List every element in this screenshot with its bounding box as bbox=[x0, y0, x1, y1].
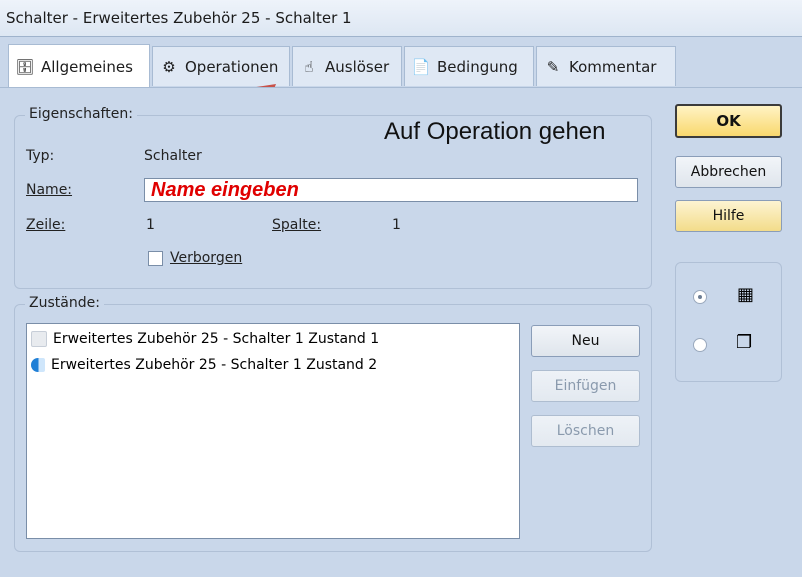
type-label: Typ: bbox=[26, 148, 55, 164]
new-state-button[interactable]: Neu bbox=[531, 325, 640, 357]
cancel-button[interactable]: Abbrechen bbox=[675, 156, 782, 188]
list-item-label: Erweitertes Zubehör 25 - Schalter 1 Zust… bbox=[51, 357, 378, 373]
delete-state-button[interactable]: Löschen bbox=[531, 415, 640, 447]
state-on-icon bbox=[31, 358, 45, 372]
hidden-label[interactable]: Verborgen bbox=[170, 250, 242, 266]
insert-state-button[interactable]: Einfügen bbox=[531, 370, 640, 402]
name-field-box bbox=[144, 178, 638, 202]
list-item[interactable]: Erweitertes Zubehör 25 - Schalter 1 Zust… bbox=[31, 355, 377, 375]
column-value: 1 bbox=[392, 217, 401, 233]
type-value: Schalter bbox=[144, 148, 202, 164]
states-list[interactable]: Erweitertes Zubehör 25 - Schalter 1 Zust… bbox=[26, 323, 520, 539]
column-label: Spalte: bbox=[272, 217, 322, 233]
annotation-text: Auf Operation gehen bbox=[384, 118, 606, 145]
row-value: 1 bbox=[146, 217, 155, 233]
copy-view-icon: ❐ bbox=[736, 332, 753, 353]
state-off-icon bbox=[31, 331, 47, 347]
list-item-label: Erweitertes Zubehör 25 - Schalter 1 Zust… bbox=[53, 331, 380, 347]
list-item[interactable]: Erweitertes Zubehör 25 - Schalter 1 Zust… bbox=[31, 329, 379, 349]
row-label: Zeile: bbox=[26, 217, 66, 233]
help-button[interactable]: Hilfe bbox=[675, 200, 782, 232]
view-options-group bbox=[675, 262, 782, 382]
name-field[interactable] bbox=[145, 179, 637, 201]
list-view-icon: ▦ bbox=[737, 284, 755, 305]
hidden-checkbox[interactable] bbox=[148, 251, 163, 266]
properties-legend: Eigenschaften: bbox=[25, 106, 137, 122]
view-option-radio-list[interactable] bbox=[693, 290, 707, 304]
ok-button[interactable]: OK bbox=[675, 104, 782, 138]
states-legend: Zustände: bbox=[25, 295, 104, 311]
name-label: Name: bbox=[26, 182, 73, 198]
view-option-radio-copy[interactable] bbox=[693, 338, 707, 352]
